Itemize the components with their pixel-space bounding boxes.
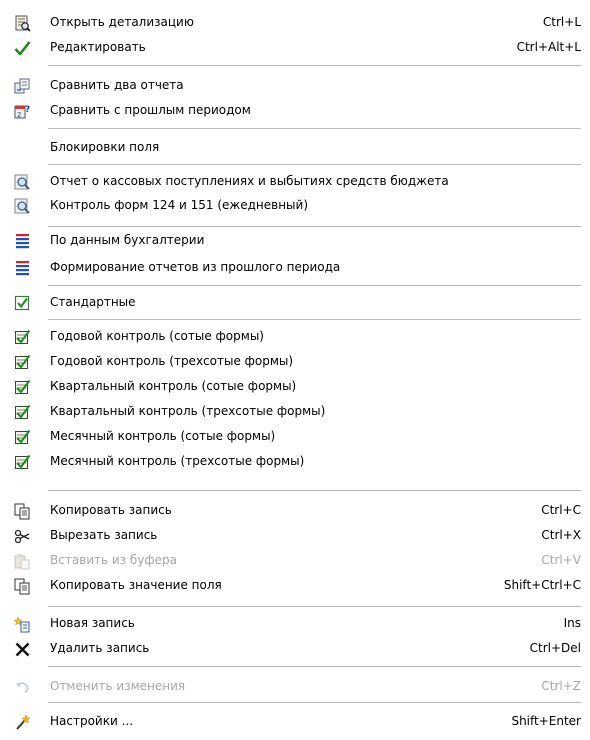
control-form-icon (14, 354, 31, 371)
menu-item: Вставить из буфера Ctrl+V (0, 549, 590, 573)
settings-wand-icon (14, 714, 31, 731)
menu-separator (48, 319, 581, 320)
menu-item[interactable]: Месячный контроль (сотые формы) (0, 425, 590, 449)
control-form-icon (14, 379, 31, 396)
context-menu: Открыть детализацию Ctrl+L Редактировать Ct… (0, 0, 590, 740)
menu-item-label: Вырезать запись (50, 528, 158, 542)
copy-icon (14, 578, 31, 595)
menu-item-shortcut: Ctrl+C (541, 503, 581, 517)
menu-item-shortcut: Ctrl+L (542, 15, 581, 29)
menu-item-shortcut: Ctrl+V (541, 553, 581, 567)
menu-item[interactable]: Редактировать Ctrl+Alt+L (0, 36, 590, 60)
menu-separator (48, 606, 581, 607)
copy-icon (14, 503, 31, 520)
checkmark-icon (14, 40, 31, 57)
menu-separator (48, 666, 581, 667)
menu-item-label: Настройки ... (50, 714, 134, 728)
magnifier-report-icon (14, 174, 31, 191)
compare-reports-icon (14, 78, 31, 95)
menu-item-label: Блокировки поля (50, 140, 160, 154)
new-record-icon (14, 616, 31, 633)
menu-item[interactable]: Стандартные (0, 291, 590, 315)
menu-item-label: Редактировать (50, 40, 146, 54)
checkbox-checked-icon (14, 295, 31, 312)
menu-item-shortcut: Ctrl+X (541, 528, 581, 542)
menu-item-label: Месячный контроль (трехсотые формы) (50, 454, 305, 468)
menu-item-shortcut: Shift+Ctrl+C (503, 578, 581, 592)
control-form-icon (14, 329, 31, 346)
menu-item-label: Годовой контроль (сотые формы) (50, 329, 264, 343)
menu-item[interactable]: Открыть детализацию Ctrl+L (0, 11, 590, 35)
menu-item-label: Новая запись (50, 616, 135, 630)
menu-item-label: Контроль форм 124 и 151 (ежедневный) (50, 198, 309, 212)
menu-item-label: Открыть детализацию (50, 15, 194, 29)
menu-item[interactable]: Квартальный контроль (трехсотые формы) (0, 400, 590, 424)
menu-separator (48, 285, 581, 286)
menu-item-label: По данным бухгалтерии (50, 233, 205, 247)
menu-item: Отменить изменения Ctrl+Z (0, 675, 590, 699)
menu-separator (48, 226, 581, 227)
menu-item-label: Квартальный контроль (сотые формы) (50, 379, 297, 393)
menu-item[interactable]: Удалить запись Ctrl+Del (0, 637, 590, 661)
menu-item[interactable]: Сравнить два отчета (0, 74, 590, 98)
menu-item-label: Сравнить два отчета (50, 78, 184, 92)
menu-item-shortcut: Ctrl+Del (529, 641, 581, 655)
menu-item-shortcut: Ctrl+Z (541, 679, 581, 693)
menu-item-label: Месячный контроль (сотые формы) (50, 429, 276, 443)
menu-item-label: Годовой контроль (трехсотые формы) (50, 354, 294, 368)
menu-item[interactable]: Квартальный контроль (сотые формы) (0, 375, 590, 399)
menu-item-label: Отменить изменения (50, 679, 186, 693)
menu-item-shortcut: Ctrl+Alt+L (516, 40, 581, 54)
menu-item-label: Формирование отчетов из прошлого периода (50, 260, 341, 274)
menu-item-label: Квартальный контроль (трехсотые формы) (50, 404, 326, 418)
control-form-icon (14, 454, 31, 471)
list-lines-icon (14, 233, 31, 250)
compare-period-icon: 2? (14, 103, 31, 120)
menu-item-label: Отчет о кассовых поступлениях и выбытиях… (50, 174, 449, 188)
menu-item[interactable]: 2? Сравнить с прошлым периодом (0, 99, 590, 123)
scissors-icon (14, 528, 31, 545)
menu-item[interactable]: Формирование отчетов из прошлого периода (0, 256, 590, 280)
menu-item[interactable]: Годовой контроль (сотые формы) (0, 325, 590, 349)
menu-item[interactable]: Новая запись Ins (0, 612, 590, 636)
control-form-icon (14, 429, 31, 446)
magnifier-report-icon (14, 198, 31, 215)
undo-icon (14, 679, 31, 696)
control-form-icon (14, 404, 31, 421)
menu-item-label: Копировать запись (50, 503, 172, 517)
menu-item[interactable]: Контроль форм 124 и 151 (ежедневный) (0, 194, 590, 218)
menu-separator (48, 490, 581, 491)
menu-item-shortcut: Shift+Enter (511, 714, 581, 728)
delete-x-icon (14, 641, 31, 658)
menu-item-label: Копировать значение поля (50, 578, 222, 592)
menu-item[interactable]: Копировать запись Ctrl+C (0, 499, 590, 523)
open-detail-icon (14, 15, 31, 32)
menu-separator (48, 128, 581, 129)
menu-item[interactable]: По данным бухгалтерии (0, 229, 590, 253)
menu-item[interactable]: Отчет о кассовых поступлениях и выбытиях… (0, 170, 590, 194)
menu-item-label: Вставить из буфера (50, 553, 178, 567)
paste-icon (14, 553, 31, 570)
svg-text:2: 2 (17, 111, 21, 119)
menu-separator (48, 65, 581, 66)
svg-text:?: ? (25, 105, 30, 115)
menu-item-shortcut: Ins (563, 616, 581, 630)
menu-item[interactable]: Вырезать запись Ctrl+X (0, 524, 590, 548)
menu-item-label: Удалить запись (50, 641, 150, 655)
list-lines-icon (14, 260, 31, 277)
menu-item[interactable]: Блокировки поля (0, 136, 590, 160)
menu-item-label: Стандартные (50, 295, 136, 309)
menu-item[interactable]: Месячный контроль (трехсотые формы) (0, 450, 590, 474)
menu-item[interactable]: Годовой контроль (трехсотые формы) (0, 350, 590, 374)
menu-separator (48, 702, 581, 703)
menu-item-label: Сравнить с прошлым периодом (50, 103, 251, 117)
menu-item[interactable]: Настройки ... Shift+Enter (0, 710, 590, 734)
menu-item[interactable]: Копировать значение поля Shift+Ctrl+C (0, 574, 590, 598)
menu-separator (48, 164, 581, 165)
